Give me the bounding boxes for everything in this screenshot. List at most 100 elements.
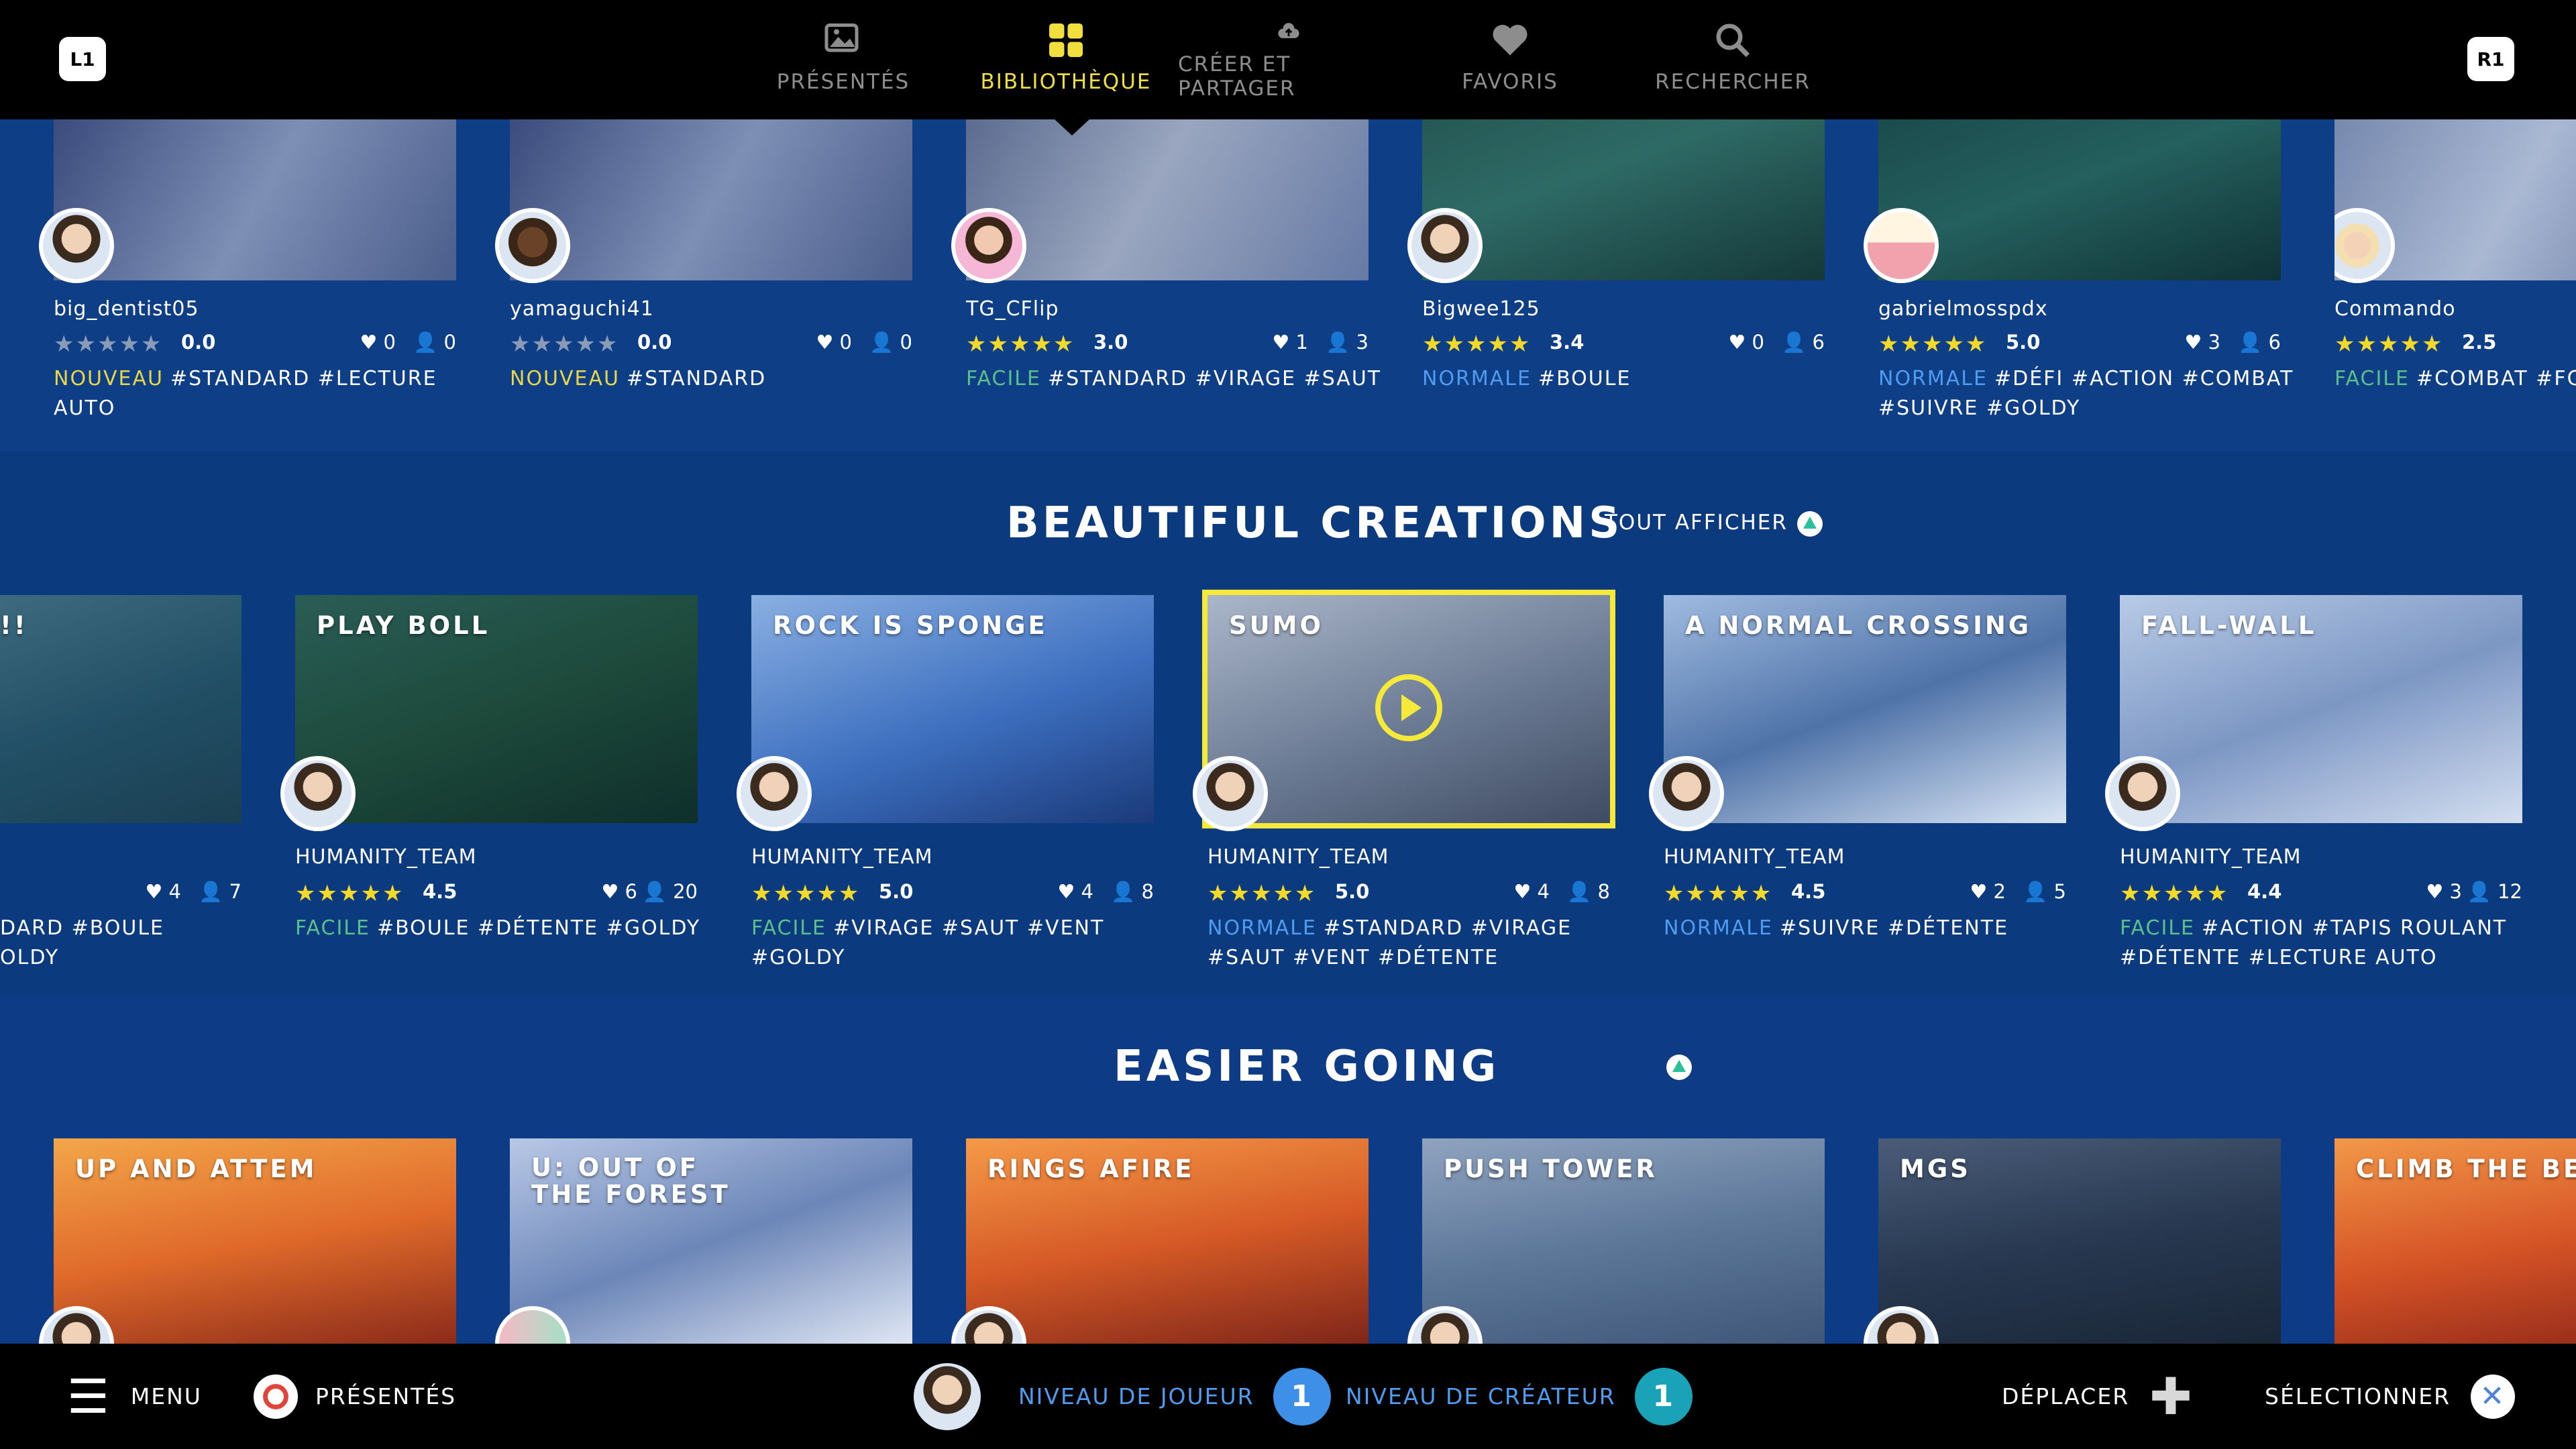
player-count-value: 7 [229,880,241,903]
avatar [280,756,356,831]
top-navigation-bar: L1 R1 PRÉSENTÉS BIBLIOTHÈQUE CRÉER ET PA… [0,0,2576,119]
section-beautiful-creations: BEAUTIFUL CREATIONS TOUT AFFICHER !! ♥ 4… [0,451,2576,995]
creator-level: NIVEAU DE CRÉATEUR 1 [1346,1344,1693,1449]
level-title: !! [0,611,28,640]
player-count: 👤 0 [413,331,456,354]
dpad-icon: ✚ [2149,1366,2194,1426]
level-tags: FACILE #BOULE #DÉTENTE #GOLDY [295,914,711,943]
level-thumbnail: PLAY BOLL [295,595,698,823]
rating-stars: ★★★★★ [966,331,1075,358]
heart-count-value: 0 [839,331,852,354]
level-tags: NORMALE #BOULE [1422,364,1838,394]
level-stats: ★★★★★ 4.4 ♥ 3 👤 12 [2120,880,2522,907]
menu-button[interactable]: ☰ MENU [67,1344,202,1449]
featured-label: PRÉSENTÉS [315,1383,457,1409]
avatar [1864,208,1939,283]
r1-shoulder-button[interactable]: R1 [2467,37,2514,81]
rating-value: 0.0 [637,331,672,354]
heart-count-value: 4 [1081,880,1093,903]
rating-stars: ★★★★★ [2120,880,2229,907]
tab-favorites[interactable]: FAVORIS [1399,20,1621,101]
heart-count: ♥ 0 [816,331,852,354]
level-tags: NORMALE #DÉFI #ACTION #COMBAT #SUIVRE #GO… [1878,364,2294,423]
tag-list: #COMBAT #FC #GOLDY [2416,367,2576,390]
rating-value: 4.5 [423,880,458,903]
avatar [1193,756,1268,831]
heart-count-value: 0 [383,331,396,354]
see-all-button[interactable] [1657,1054,1692,1080]
tag-list: #STANDARD #VIRAGE #SAUT [1047,367,1382,390]
section-title: EASIER GOING [1114,1042,1500,1091]
level-title: MGS [1900,1155,1971,1183]
heart-count-value: 4 [1537,880,1550,903]
featured-button[interactable]: PRÉSENTÉS [254,1344,456,1449]
level-title: FALL-WALL [2141,611,2317,640]
see-all-button[interactable]: TOUT AFFICHER [1605,511,1823,537]
tab-create-share[interactable]: CRÉER ET PARTAGER [1178,20,1399,101]
level-title: PLAY BOLL [317,611,490,640]
heart-icon [1493,25,1527,56]
heart-count-value: 0 [1752,331,1764,354]
tab-label: PRÉSENTÉS [776,70,910,94]
image-icon [824,23,859,52]
tab-library[interactable]: BIBLIOTHÈQUE [955,20,1177,101]
level-thumbnail: CLIMB THE BEAS [2334,1138,2576,1346]
creator-level-badge: 1 [1634,1367,1693,1426]
tag-list: #BOULE #DÉTENTE #GOLDY [376,916,701,940]
creator-name: Bigwee125 [1422,297,1540,321]
difficulty-label: NORMALE [1664,916,1773,940]
avatar [495,208,570,283]
tab-featured[interactable]: PRÉSENTÉS [733,20,954,101]
tab-search[interactable]: RECHERCHER [1622,20,1843,101]
level-tags: FACILE #VIRAGE #SAUT #VENT #GOLDY [751,914,1167,973]
avatar [737,756,812,831]
level-tags: FACILE #STANDARD #VIRAGE #SAUT [966,364,1382,394]
player-count-value: 6 [2268,331,2281,354]
player-count-value: 8 [1597,880,1610,903]
move-hint: DÉPLACER ✚ [2002,1344,2194,1449]
cloud-upload-icon [1278,23,1299,38]
move-label: DÉPLACER [2002,1383,2130,1409]
difficulty-label: NORMALE [1422,367,1532,390]
play-icon[interactable] [1375,674,1442,741]
l1-shoulder-button[interactable]: L1 [59,37,106,81]
player-count: 👤 12 [2467,880,2522,903]
level-thumbnail: RINGS AFIRE [966,1138,1368,1346]
level-card[interactable]: Commando ★★★★★ 2.5 FACILE #COMBAT #FC #GO… [2334,119,2576,451]
player-count-value: 5 [2053,880,2066,903]
difficulty-label: NORMALE [1878,367,1988,390]
heart-count-value: 4 [168,880,181,903]
avatar [951,208,1026,283]
rating-stars: ★★★★★ [54,331,163,358]
creator-level-label: NIVEAU DE CRÉATEUR [1346,1383,1616,1409]
rating-stars: ★★★★★ [510,331,619,358]
player-count-value: 6 [1812,331,1825,354]
player-level-badge: 1 [1273,1367,1331,1426]
cross-button-icon: ✕ [2471,1374,2516,1419]
level-tags: NORMALE #SUIVRE #DÉTENTE [1664,914,2080,943]
avatar [2105,756,2180,831]
level-title: UP AND ATTEM [75,1155,317,1183]
level-title: A NORMAL CROSSING [1685,611,2032,640]
search-icon [1716,23,1750,58]
heart-count-value: 3 [2449,880,2462,903]
heart-count: ♥ 3 [2426,880,2462,903]
player-count: 👤 3 [1326,331,1368,354]
level-stats: ★★★★★ 5.0 ♥ 4 👤 8 [1208,880,1610,907]
tab-label: RECHERCHER [1655,70,1811,94]
difficulty-label: FACILE [2120,916,2195,940]
tab-label: BIBLIOTHÈQUE [980,70,1152,94]
select-label: SÉLECTIONNER [2265,1383,2451,1409]
level-stats: ★★★★★ 4.5 ♥ 6 👤 20 [295,880,698,907]
rating-value: 0.0 [181,331,216,354]
creator-name: HUMANITY_TEAM [751,845,933,869]
tag-list: #STANDARD [626,367,767,390]
level-card[interactable]: CLIMB THE BEAS [2334,1138,2576,1353]
heart-count: ♥ 4 [145,880,181,903]
player-count: 👤 0 [869,331,912,354]
level-thumbnail: MGS [1878,1138,2281,1346]
grid-icon [1049,23,1083,57]
rating-stars: ★★★★★ [1208,880,1317,907]
heart-count-value: 2 [1993,880,2006,903]
level-title: CLIMB THE BEAS [2356,1155,2576,1183]
